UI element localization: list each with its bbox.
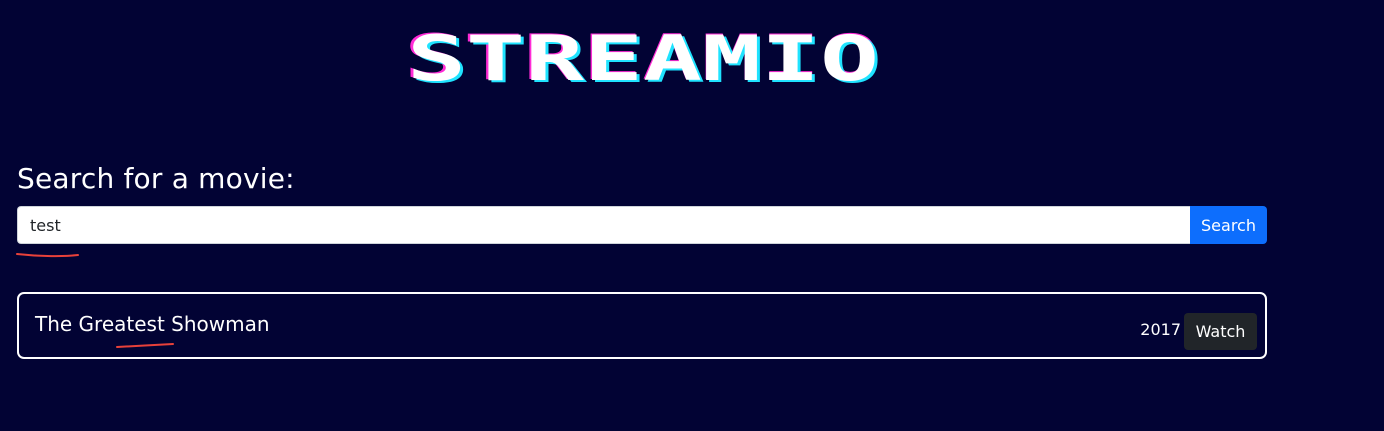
annotation-underline-input: [16, 253, 79, 258]
result-item: The Greatest Showman 2017 Watch: [17, 292, 1267, 359]
logo-text: STREAMIO: [407, 22, 879, 86]
search-button[interactable]: Search: [1190, 206, 1267, 244]
result-year: 2017: [1140, 320, 1181, 339]
page: STREAMIO STREAMIO STREAMIO Search for a …: [0, 0, 1384, 431]
search-input[interactable]: [17, 206, 1190, 244]
search-form: Search: [17, 206, 1267, 244]
result-title: The Greatest Showman: [35, 312, 270, 336]
streamio-logo: STREAMIO STREAMIO STREAMIO: [404, 22, 882, 86]
search-heading: Search for a movie:: [17, 162, 295, 195]
watch-button[interactable]: Watch: [1184, 313, 1257, 350]
